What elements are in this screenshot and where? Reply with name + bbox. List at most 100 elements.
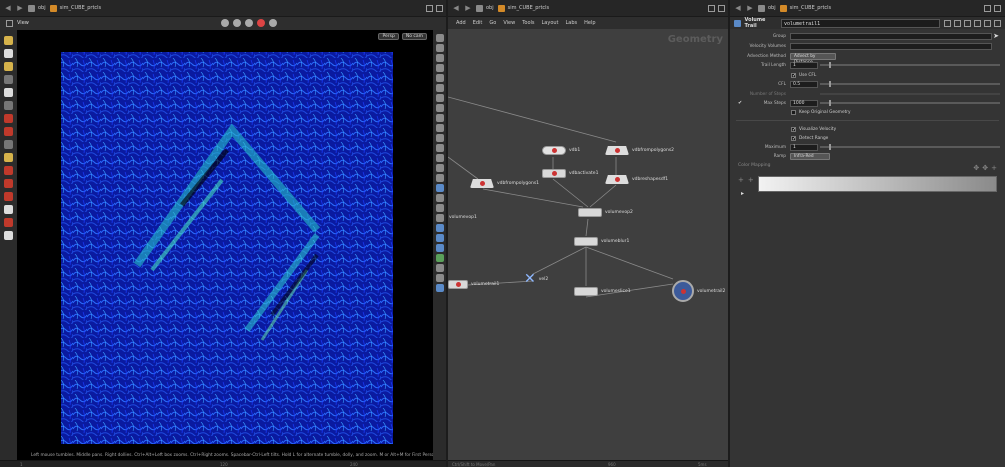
view-tool-icon[interactable] bbox=[4, 88, 13, 97]
viewer-menu-icon[interactable] bbox=[6, 19, 13, 27]
render-tool-icon[interactable] bbox=[4, 231, 13, 240]
node-vdbactivate1[interactable]: vdbactivate1 bbox=[542, 169, 598, 178]
keep-original-checkbox[interactable] bbox=[791, 109, 796, 115]
snap-tool-icon[interactable] bbox=[4, 205, 13, 214]
menu-help[interactable]: Help bbox=[584, 20, 595, 26]
viewport-3d[interactable]: Persp No cam bbox=[17, 30, 433, 460]
menu-layout[interactable]: Layout bbox=[542, 20, 559, 26]
search-icon[interactable] bbox=[974, 19, 981, 27]
path-crumb-geo[interactable]: sim_CUBE_prtcls bbox=[779, 4, 831, 12]
node-body[interactable] bbox=[470, 179, 494, 188]
display-options-icon[interactable] bbox=[269, 19, 277, 27]
pin-icon[interactable] bbox=[426, 4, 433, 12]
node-vdb1[interactable]: vdb1 bbox=[542, 146, 580, 155]
path-crumb-obj[interactable]: obj bbox=[28, 4, 46, 12]
display-option-12-icon[interactable] bbox=[436, 144, 444, 152]
node-volumetrail1[interactable]: volumetrail1 bbox=[448, 280, 499, 289]
node-vel2[interactable]: ✕ vel2 bbox=[524, 272, 548, 286]
measure-tool-icon[interactable] bbox=[4, 140, 13, 149]
node-body[interactable] bbox=[578, 208, 602, 217]
path-crumb-obj[interactable]: obj bbox=[758, 4, 776, 12]
display-option-2-icon[interactable] bbox=[436, 44, 444, 52]
handle-tool-icon[interactable] bbox=[4, 62, 13, 71]
display-option-14-icon[interactable] bbox=[436, 164, 444, 172]
node-vdbfrompolygons1[interactable]: vdbfrompolygons1 bbox=[470, 179, 539, 188]
node-vdbreshapesdf1[interactable]: vdbreshapesdf1 bbox=[605, 175, 668, 184]
display-option-19-icon[interactable] bbox=[436, 214, 444, 222]
link-icon[interactable] bbox=[436, 4, 443, 12]
scale-tool-icon[interactable] bbox=[4, 153, 13, 162]
node-body[interactable] bbox=[574, 287, 598, 296]
display-option-16-icon[interactable] bbox=[436, 184, 444, 192]
move-icon[interactable]: ✥ bbox=[973, 164, 979, 172]
slider-handle[interactable] bbox=[829, 81, 831, 87]
display-option-8-icon[interactable] bbox=[436, 104, 444, 112]
trail-length-input[interactable]: 1 bbox=[790, 61, 818, 69]
use-cfl-checkbox[interactable]: ✓ bbox=[791, 72, 796, 78]
maximum-slider[interactable] bbox=[820, 144, 1000, 150]
menu-view[interactable]: View bbox=[503, 20, 515, 26]
node-body[interactable] bbox=[542, 169, 566, 178]
display-option-25-icon[interactable] bbox=[436, 274, 444, 282]
display-option-15-icon[interactable] bbox=[436, 174, 444, 182]
maximum-input[interactable]: 1 bbox=[790, 143, 818, 151]
max-steps-slider[interactable] bbox=[820, 100, 1000, 106]
peak-tool-icon[interactable] bbox=[4, 179, 13, 188]
display-option-1-icon[interactable] bbox=[436, 34, 444, 42]
paint-tool-icon[interactable] bbox=[4, 114, 13, 123]
display-option-20-icon[interactable] bbox=[436, 224, 444, 232]
display-option-18-icon[interactable] bbox=[436, 204, 444, 212]
group-input[interactable] bbox=[790, 32, 992, 40]
handle-icon[interactable] bbox=[233, 19, 241, 27]
add-icon[interactable]: + bbox=[991, 164, 997, 172]
info-icon[interactable] bbox=[984, 19, 991, 27]
display-option-4-icon[interactable] bbox=[436, 64, 444, 72]
pin-icon[interactable] bbox=[708, 4, 715, 12]
display-option-7-icon[interactable] bbox=[436, 94, 444, 102]
display-option-23-icon[interactable] bbox=[436, 254, 444, 262]
add-key-icon[interactable]: + bbox=[738, 176, 744, 184]
back-arrow-icon[interactable]: ◀ bbox=[734, 4, 742, 12]
camera-tool-icon[interactable] bbox=[4, 101, 13, 110]
display-option-21-icon[interactable] bbox=[436, 234, 444, 242]
forward-arrow-icon[interactable]: ▶ bbox=[16, 4, 24, 12]
network-canvas[interactable]: Geometry vdb1 vdbfrompolygons2 vdbactiva… bbox=[448, 29, 729, 460]
path-crumb-geo[interactable]: sim_CUBE_prtcls bbox=[49, 4, 101, 12]
cfl-slider[interactable] bbox=[820, 81, 1000, 87]
node-volumetrail2[interactable]: volumetrail2 bbox=[672, 280, 725, 302]
menu-add[interactable]: Add bbox=[456, 20, 466, 26]
pose-tool-icon[interactable] bbox=[4, 75, 13, 84]
node-volumevop1[interactable]: volumevop1 bbox=[448, 215, 477, 220]
node-volumevop2[interactable]: volumevop2 bbox=[578, 208, 633, 217]
velocity-volumes-input[interactable] bbox=[790, 42, 992, 50]
render-region-icon[interactable] bbox=[257, 19, 265, 27]
cfl-input[interactable]: 0.5 bbox=[790, 80, 818, 88]
node-body[interactable] bbox=[605, 175, 629, 184]
slider-handle[interactable] bbox=[829, 100, 831, 106]
forward-arrow-icon[interactable]: ▶ bbox=[746, 4, 754, 12]
help-icon[interactable] bbox=[964, 19, 971, 27]
checkmark-icon[interactable]: ✔ bbox=[738, 100, 742, 106]
display-option-9-icon[interactable] bbox=[436, 114, 444, 122]
sculpt-tool-icon[interactable] bbox=[4, 127, 13, 136]
select-tool-icon[interactable] bbox=[4, 36, 13, 45]
timeline-ruler[interactable]: 1 120 240 bbox=[0, 460, 447, 467]
menu-labs[interactable]: Labs bbox=[566, 20, 578, 26]
menu-edit[interactable]: Edit bbox=[473, 20, 483, 26]
node-volumeblur1[interactable]: volumeblur1 bbox=[574, 237, 629, 246]
link-icon[interactable] bbox=[994, 4, 1001, 12]
trail-length-slider[interactable] bbox=[820, 62, 1000, 68]
node-body[interactable] bbox=[672, 280, 694, 302]
ramp-key-marker[interactable]: ▸ bbox=[741, 190, 744, 197]
persp-menu-button[interactable]: Persp bbox=[378, 33, 399, 40]
visualize-velocity-checkbox[interactable]: ✓ bbox=[791, 126, 796, 132]
question-icon[interactable] bbox=[994, 19, 1001, 27]
display-option-22-icon[interactable] bbox=[436, 244, 444, 252]
node-body[interactable] bbox=[574, 237, 598, 246]
path-crumb-geo[interactable]: sim_CUBE_prtcls bbox=[497, 4, 549, 12]
display-option-5-icon[interactable] bbox=[436, 74, 444, 82]
back-arrow-icon[interactable]: ◀ bbox=[4, 4, 12, 12]
display-option-3-icon[interactable] bbox=[436, 54, 444, 62]
camera-menu-button[interactable]: No cam bbox=[401, 33, 427, 40]
slider-handle[interactable] bbox=[829, 62, 831, 68]
